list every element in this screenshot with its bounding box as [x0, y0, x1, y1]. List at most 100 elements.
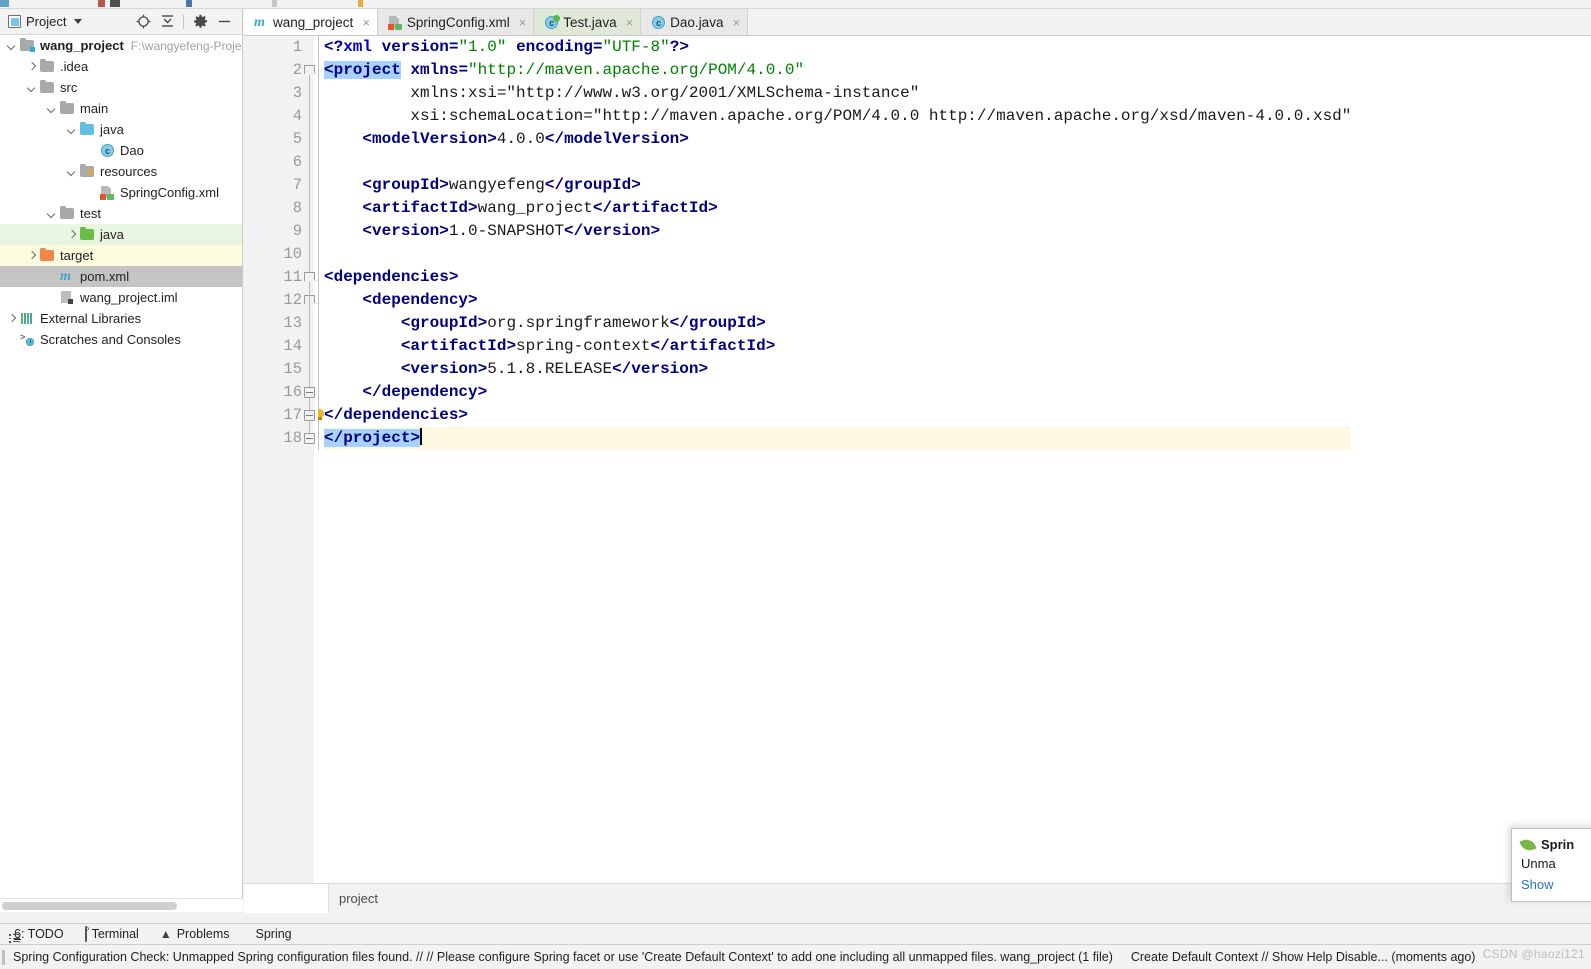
intention-bulb-icon[interactable] — [318, 409, 325, 422]
fold-marker-bot[interactable] — [304, 433, 315, 444]
tree-node-java[interactable]: java — [0, 119, 242, 140]
tree-node-java[interactable]: java — [0, 224, 242, 245]
tree-toggle-down-icon[interactable] — [66, 165, 79, 178]
code-content[interactable]: <?xml version="1.0" encoding="UTF-8"?> <p… — [318, 36, 1591, 883]
breadcrumb-spacer — [244, 883, 329, 913]
code-line[interactable]: <groupId>org.springframework</groupId> — [324, 312, 1351, 335]
line-number: 2 — [292, 61, 302, 79]
tree-node-dao[interactable]: c Dao — [0, 140, 242, 161]
gear-icon[interactable] — [188, 11, 212, 33]
project-icon — [8, 15, 21, 28]
tree-node-label: wang_project — [40, 38, 124, 53]
status-message: Spring Configuration Check: Unmapped Spr… — [13, 950, 1113, 964]
code-line[interactable] — [324, 243, 1351, 266]
close-icon[interactable]: × — [732, 15, 740, 30]
fold-marker-bot[interactable] — [304, 410, 315, 421]
code-line[interactable]: <artifactId>spring-context</artifactId> — [324, 335, 1351, 358]
close-icon[interactable]: × — [519, 15, 527, 30]
hide-icon[interactable] — [212, 11, 236, 33]
breadcrumb-item-project[interactable]: project — [329, 891, 388, 906]
tool-window-label: 6: TODO — [14, 927, 64, 941]
code-line[interactable]: </project> — [324, 427, 1352, 450]
tree-node-src[interactable]: src — [0, 77, 242, 98]
locate-icon[interactable] — [131, 11, 155, 33]
project-horizontal-scrollbar[interactable] — [0, 898, 243, 912]
folder-excluded-orange-icon — [39, 247, 56, 263]
notification-show-link[interactable]: Show — [1512, 871, 1591, 892]
tree-node-wang-project-iml[interactable]: wang_project.iml — [0, 287, 242, 308]
code-line[interactable]: xmlns:xsi="http://www.w3.org/2001/XMLSch… — [324, 82, 1351, 105]
status-indicator — [2, 949, 5, 965]
tool-window-button-terminal[interactable]: Terminal — [76, 924, 151, 945]
tree-node-resources[interactable]: resources — [0, 161, 242, 182]
tree-node-label: resources — [100, 164, 158, 179]
tool-window-label: Problems — [176, 927, 230, 941]
tree-node-external-libraries[interactable]: External Libraries — [0, 308, 242, 329]
tree-toggle-right-icon[interactable] — [26, 249, 39, 262]
tree-toggle-down-icon[interactable] — [46, 102, 59, 115]
tree-node-scratches-and-consoles[interactable]: >_ Scratches and Consoles — [0, 329, 242, 350]
project-view-selector[interactable]: Project — [8, 14, 83, 29]
tree-node-idea[interactable]: .idea — [0, 56, 242, 77]
close-icon[interactable]: × — [626, 15, 634, 30]
code-line[interactable]: <version>1.0-SNAPSHOT</version> — [324, 220, 1351, 243]
code-text[interactable]: <?xml version="1.0" encoding="UTF-8"?> <p… — [324, 36, 1591, 450]
tree-toggle-down-icon[interactable] — [6, 39, 19, 52]
code-line[interactable] — [324, 151, 1351, 174]
tree-toggle-right-icon[interactable] — [6, 312, 19, 325]
folder-source-blue-icon — [79, 121, 96, 137]
iml-icon-icon — [59, 290, 76, 305]
folder-icon — [59, 205, 76, 221]
tree-node-label: SpringConfig.xml — [120, 185, 219, 200]
tool-window-button-problems[interactable]: ▲ Problems — [151, 924, 242, 945]
editor-tab-dao-java[interactable]: c Dao.java × — [641, 9, 749, 35]
code-line[interactable]: </dependency> — [324, 381, 1351, 404]
code-line[interactable]: <version>5.1.8.RELEASE</version> — [324, 358, 1351, 381]
tree-node-main[interactable]: main — [0, 98, 242, 119]
code-folding-column[interactable] — [304, 36, 318, 883]
editor-tab-springconfig-xml[interactable]: SpringConfig.xml × — [377, 9, 535, 35]
close-icon[interactable]: × — [362, 15, 370, 30]
tree-toggle-right-icon[interactable] — [66, 228, 79, 241]
tree-toggle-down-icon[interactable] — [66, 123, 79, 136]
fold-marker-bot[interactable] — [304, 387, 315, 398]
tree-node-wang-project[interactable]: wang_project F:\wangyefeng-Proje — [0, 35, 242, 56]
code-line[interactable]: <artifactId>wang_project</artifactId> — [324, 197, 1351, 220]
main-toolbar-sliver — [0, 0, 1591, 9]
editor-tabs[interactable]: m wang_project × SpringConfig.xml × c Test.jav… — [244, 9, 1591, 36]
class-icon-icon: c — [650, 15, 666, 30]
tree-node-test[interactable]: test — [0, 203, 242, 224]
code-line[interactable]: <dependencies> — [324, 266, 1351, 289]
collapse-all-icon[interactable] — [155, 11, 179, 33]
editor-tab-test-java[interactable]: c Test.java × — [534, 9, 642, 35]
tree-node-label: pom.xml — [80, 269, 130, 284]
spring-notification-popup[interactable]: Sprin Unma Show — [1511, 828, 1591, 902]
code-line[interactable]: <dependency> — [324, 289, 1351, 312]
class-test-icon-icon: c — [543, 14, 561, 30]
tree-toggle-down-icon[interactable] — [26, 81, 39, 94]
tool-window-button-6-todo[interactable]: 6: TODO — [0, 924, 76, 945]
tree-node-pom-xml[interactable]: m pom.xml — [0, 266, 242, 287]
code-line[interactable]: </dependencies> — [324, 404, 1351, 427]
tree-node-target[interactable]: target — [0, 245, 242, 266]
status-action-link[interactable]: Create Default Context // Show Help Disa… — [1131, 950, 1476, 964]
code-line[interactable]: <?xml version="1.0" encoding="UTF-8"?> — [324, 36, 1351, 59]
library-icon-icon — [19, 311, 36, 326]
code-line[interactable]: <groupId>wangyefeng</groupId> — [324, 174, 1351, 197]
code-line[interactable]: <modelVersion>4.0.0</modelVersion> — [324, 128, 1351, 151]
tool-window-label: Spring — [255, 927, 292, 941]
tree-node-label: Dao — [120, 143, 144, 158]
editor-tab-wang-project[interactable]: m wang_project × — [244, 9, 378, 35]
tool-window-button-spring[interactable]: Spring — [242, 924, 304, 945]
project-tree[interactable]: wang_project F:\wangyefeng-Proje .idea src m… — [0, 35, 242, 898]
scratches-icon-icon: >_ — [19, 332, 36, 347]
tool-window-bar[interactable]: 6: TODO Terminal ▲ Problems Spring — [0, 923, 1591, 944]
editor-body[interactable]: 1 2 3 4 5 6 7 8 9 10 11 12 13 14 15 16 17 18 <?xml versio… — [244, 36, 1591, 883]
tree-node-springconfig-xml[interactable]: SpringConfig.xml — [0, 182, 242, 203]
scrollbar-thumb[interactable] — [2, 902, 177, 910]
tree-toggle-down-icon[interactable] — [46, 207, 59, 220]
code-line[interactable]: <project xmlns="http://maven.apache.org/… — [324, 59, 1351, 82]
code-line[interactable]: xsi:schemaLocation="http://maven.apache.… — [324, 105, 1351, 128]
tree-toggle-right-icon[interactable] — [26, 60, 39, 73]
